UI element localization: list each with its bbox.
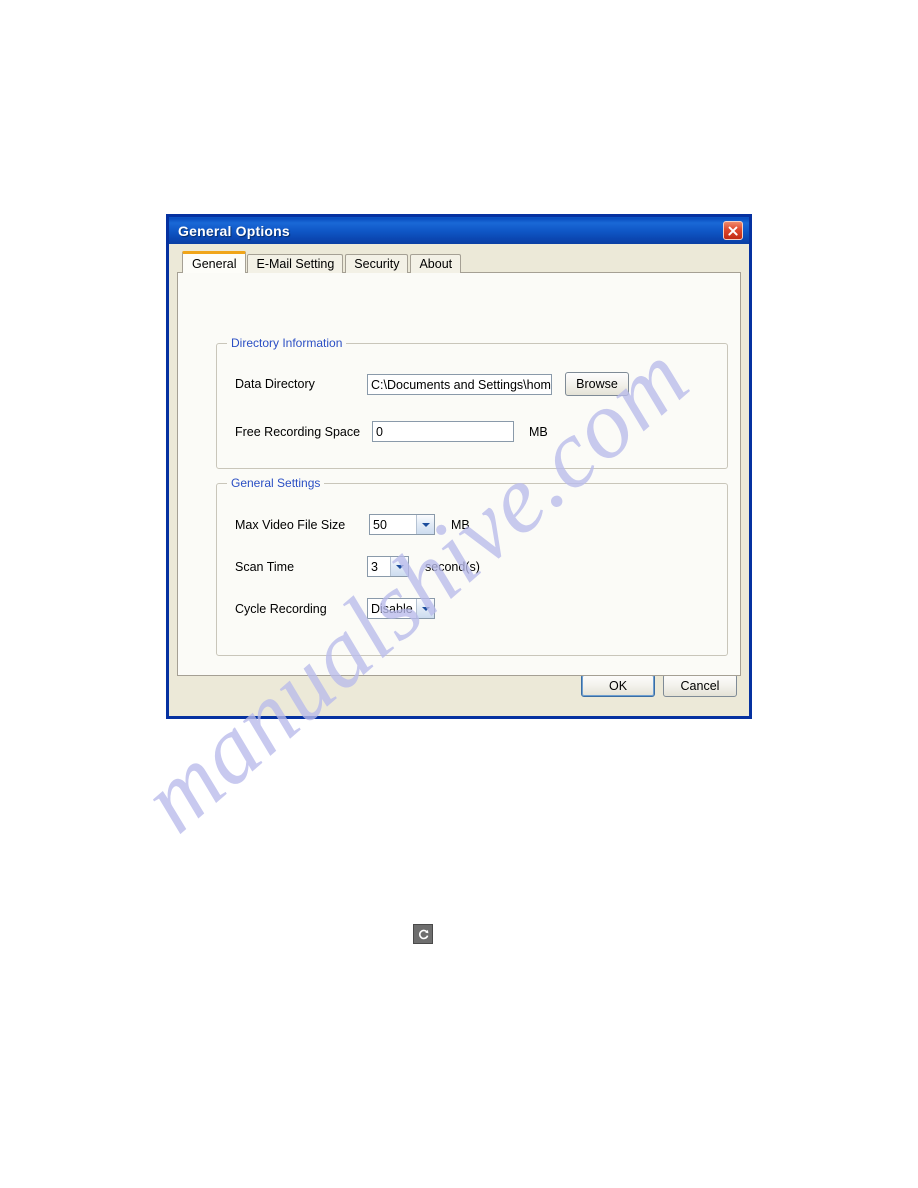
cycle-recording-label: Cycle Recording	[235, 601, 327, 616]
row-cycle-recording: Cycle Recording Disable	[235, 598, 435, 619]
data-directory-label: Data Directory	[235, 377, 315, 391]
max-video-file-size-value: 50	[373, 517, 387, 532]
data-directory-input[interactable]: C:\Documents and Settings\home u:	[367, 373, 552, 395]
tab-general-label: General	[192, 256, 237, 271]
browse-button[interactable]: Browse	[565, 372, 629, 396]
general-options-dialog: General Options General E-Mail Setting S…	[166, 214, 752, 719]
scan-time-select[interactable]: 3	[367, 556, 409, 577]
tab-security-label: Security	[354, 257, 400, 271]
tab-email-setting-label: E-Mail Setting	[256, 257, 335, 271]
cancel-button[interactable]: Cancel	[663, 674, 737, 697]
chevron-down-icon	[416, 515, 434, 534]
tabpage-general: Directory Information Data Directory C:\…	[177, 272, 741, 676]
free-recording-space-label: Free Recording Space	[235, 424, 361, 439]
dialog-titlebar[interactable]: General Options	[169, 217, 749, 244]
free-recording-space-input[interactable]: 0	[372, 421, 514, 442]
tab-general[interactable]: General	[182, 251, 247, 273]
dialog-title: General Options	[178, 222, 290, 239]
tab-email-setting[interactable]: E-Mail Setting	[247, 254, 344, 273]
max-video-file-size-select[interactable]: 50	[369, 514, 435, 535]
free-recording-space-unit: MB	[529, 424, 548, 439]
group-directory-information-title: Directory Information	[227, 336, 347, 350]
footer-button-group: OK Cancel	[581, 674, 737, 697]
scan-time-unit: second(s)	[425, 559, 480, 574]
dialog-body: General E-Mail Setting Security About Di…	[169, 244, 749, 716]
row-max-video-file-size: Max Video File Size 50 MB	[235, 514, 470, 535]
max-video-file-size-label: Max Video File Size	[235, 517, 346, 532]
row-data-directory: Data Directory C:\Documents and Settings…	[235, 372, 629, 396]
chevron-down-icon	[390, 557, 408, 576]
group-general-settings: General Settings Max Video File Size 50 …	[216, 476, 728, 656]
row-free-recording-space: Free Recording Space 0 MB	[235, 421, 548, 442]
cycle-recording-select[interactable]: Disable	[367, 598, 435, 619]
tab-security[interactable]: Security	[345, 254, 409, 273]
tab-about-label: About	[419, 257, 453, 271]
row-scan-time: Scan Time 3 second(s)	[235, 556, 480, 577]
group-general-settings-title: General Settings	[227, 476, 325, 490]
rotate-icon	[413, 924, 433, 944]
chevron-down-icon	[416, 599, 434, 618]
close-icon[interactable]	[723, 221, 743, 240]
ok-button[interactable]: OK	[581, 674, 655, 697]
group-directory-information: Directory Information Data Directory C:\…	[216, 336, 728, 469]
scan-time-value: 3	[371, 559, 378, 574]
tabstrip: General E-Mail Setting Security About	[177, 251, 741, 273]
cycle-recording-value: Disable	[371, 601, 413, 616]
tab-about[interactable]: About	[410, 254, 462, 273]
max-video-file-size-unit: MB	[451, 517, 470, 532]
scan-time-label: Scan Time	[235, 559, 295, 574]
